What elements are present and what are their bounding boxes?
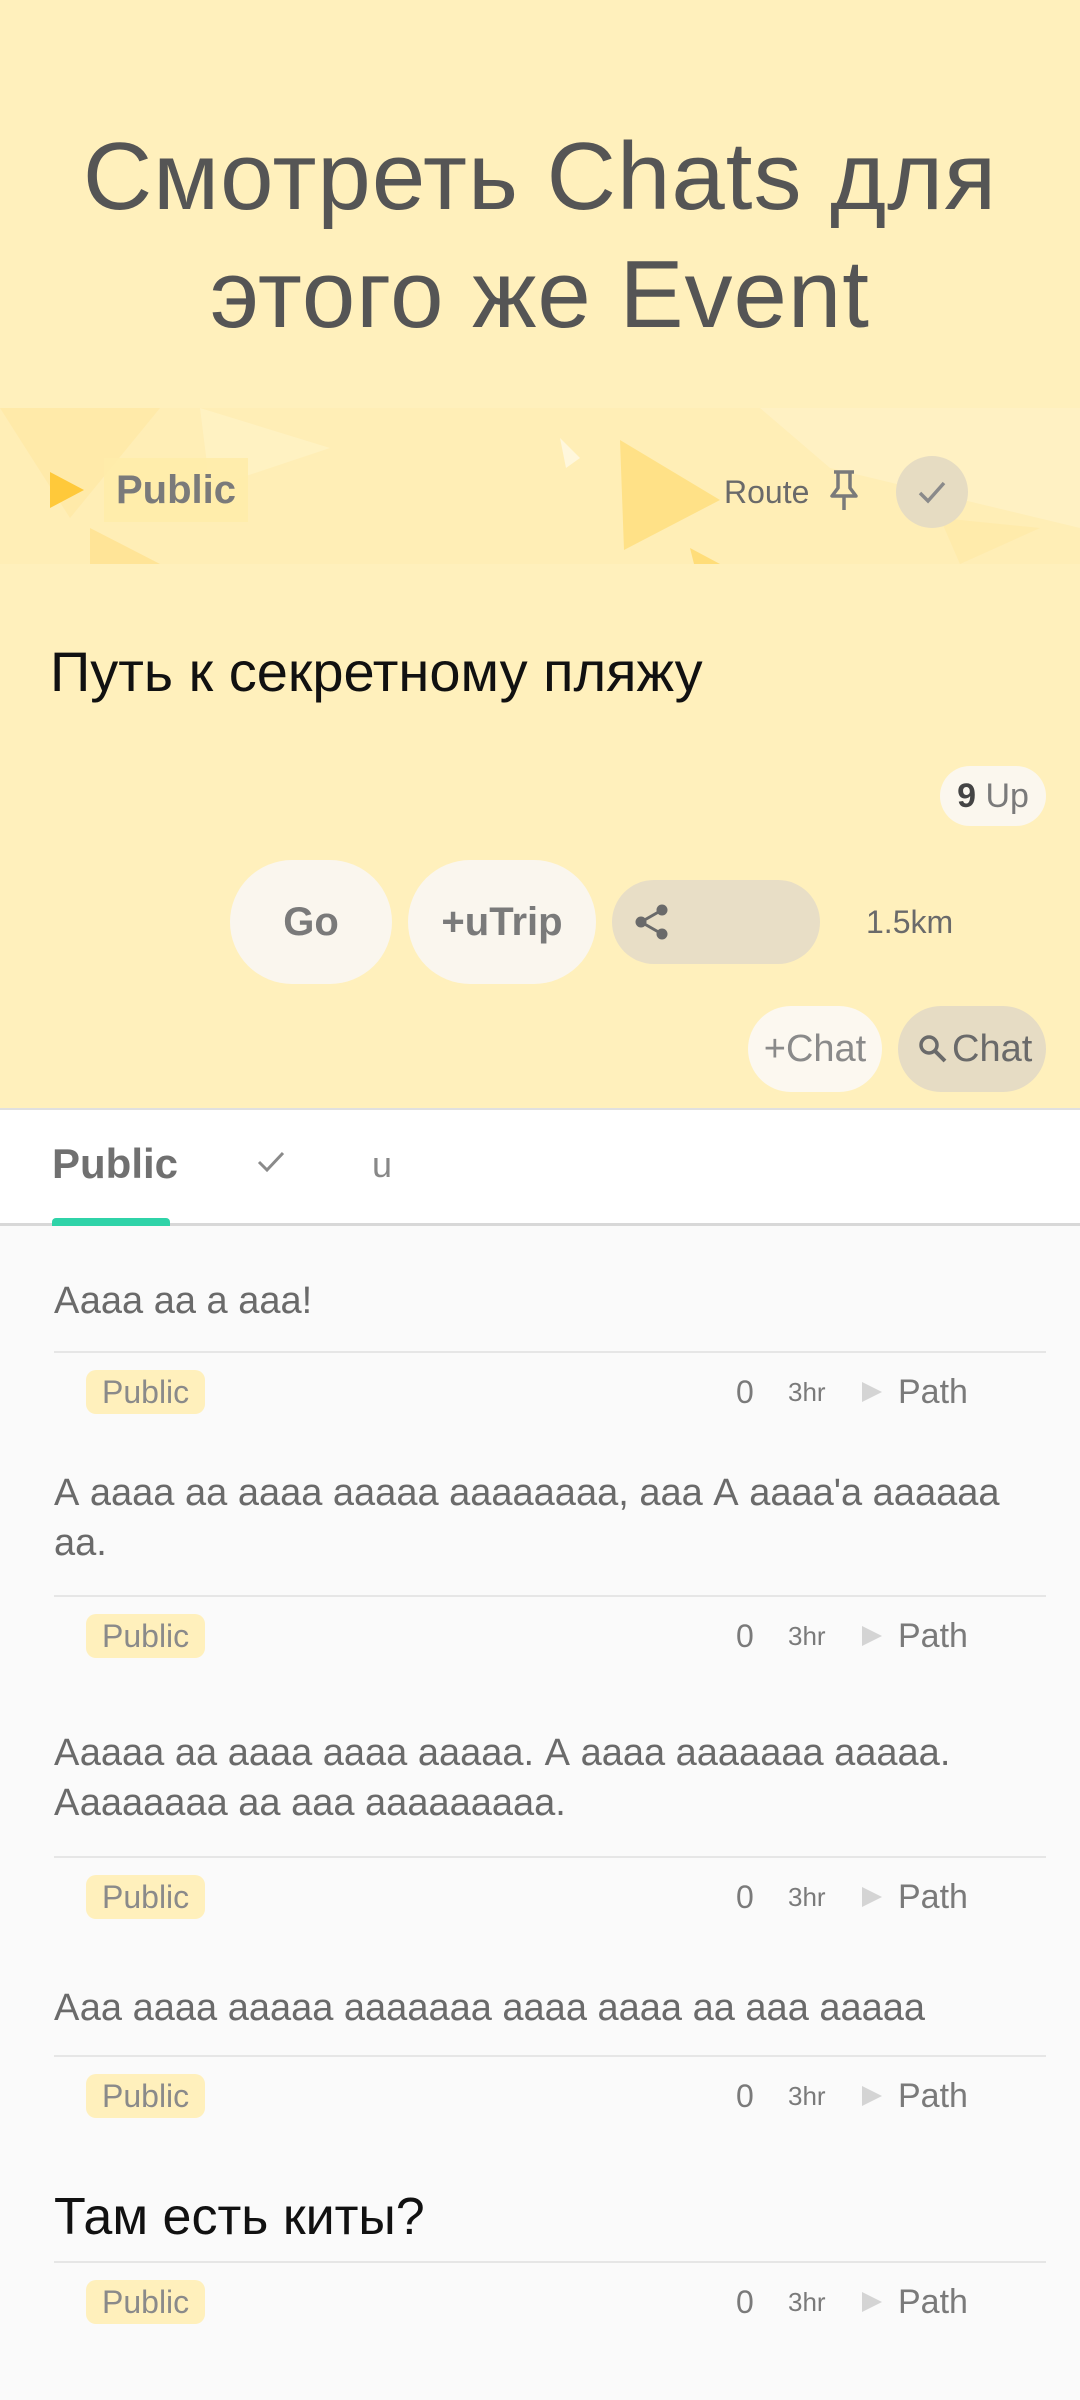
path-link[interactable]: Path xyxy=(898,1875,968,1919)
distance-label: 1.5km xyxy=(866,904,954,940)
promo-title[interactable]: Смотреть Chats для этого же Event xyxy=(0,118,1080,354)
go-button[interactable]: Go xyxy=(230,860,392,984)
add-utrip-button[interactable]: +uTrip xyxy=(408,860,596,984)
check-button[interactable] xyxy=(896,456,968,528)
share-button[interactable] xyxy=(612,880,820,964)
post-time: 3hr xyxy=(788,1377,826,1407)
event-header: Смотреть Chats для этого же Event Public… xyxy=(0,0,1080,1108)
promo-line-1: Смотреть Chats для xyxy=(82,123,998,230)
play-icon xyxy=(862,1382,882,1402)
share-icon xyxy=(635,904,668,940)
post-time: 3hr xyxy=(788,2287,826,2317)
tag-public[interactable]: Public xyxy=(86,2280,206,2324)
route-label: Route xyxy=(724,474,810,510)
reply-count: 0 xyxy=(736,1374,754,1410)
tag-public[interactable]: Public xyxy=(86,1875,206,1919)
post-time: 3hr xyxy=(788,2081,826,2111)
reply-count: 0 xyxy=(736,2284,754,2320)
banner-title: Public xyxy=(104,458,249,522)
tag-public[interactable]: Public xyxy=(86,2074,206,2118)
divider xyxy=(54,1595,1046,1597)
post-heading[interactable]: Там есть киты? xyxy=(54,2184,1044,2250)
pin-icon[interactable] xyxy=(826,468,862,512)
search-icon xyxy=(919,1035,947,1063)
search-chat-button[interactable]: Chat xyxy=(898,1006,1046,1092)
post-time: 3hr xyxy=(788,1882,826,1912)
route-title: Путь к секретному пляжу xyxy=(50,640,703,703)
path-link[interactable]: Path xyxy=(898,1614,968,1658)
upvote-badge[interactable]: 9 Up xyxy=(940,766,1046,826)
tab-u[interactable]: u xyxy=(372,1140,392,1190)
check-icon[interactable] xyxy=(256,1146,286,1176)
play-icon xyxy=(862,2292,882,2312)
divider xyxy=(54,2055,1046,2057)
upvote-count: 9 xyxy=(957,777,976,815)
play-icon xyxy=(862,2086,882,2106)
search-chat-label: Chat xyxy=(952,1028,1033,1070)
path-link[interactable]: Path xyxy=(898,1370,968,1414)
tab-indicator xyxy=(52,1218,170,1226)
tag-public[interactable]: Public xyxy=(86,1370,206,1414)
post-text[interactable]: Ааа аааа ааааа ааааааа аааа аааа аа ааа … xyxy=(54,1983,1044,2033)
tab-bar: Public u xyxy=(0,1108,1080,1226)
path-link[interactable]: Path xyxy=(898,2074,968,2118)
path-link[interactable]: Path xyxy=(898,2280,968,2324)
reply-count: 0 xyxy=(736,2078,754,2114)
divider xyxy=(54,1856,1046,1858)
play-icon xyxy=(50,472,84,508)
divider xyxy=(54,2261,1046,2263)
reply-count: 0 xyxy=(736,1879,754,1915)
promo-line-2: этого же Event xyxy=(210,241,870,348)
play-icon xyxy=(862,1626,882,1646)
tag-public[interactable]: Public xyxy=(86,1614,206,1658)
post-text[interactable]: Аааа аа а ааа! xyxy=(54,1276,1044,1326)
check-icon xyxy=(918,481,946,504)
divider xyxy=(54,1351,1046,1353)
post-text[interactable]: Ааааа аа аааа аааа ааааа. А аааа ааааааа… xyxy=(54,1728,1044,1828)
upvote-label: Up xyxy=(985,777,1029,815)
tab-public[interactable]: Public xyxy=(52,1132,178,1196)
reply-count: 0 xyxy=(736,1618,754,1654)
play-icon xyxy=(862,1887,882,1907)
post-text[interactable]: А аааа аа аааа ааааа аааааааа, ааа А ааа… xyxy=(54,1468,1044,1568)
post-time: 3hr xyxy=(788,1621,826,1651)
add-chat-button[interactable]: +Chat xyxy=(748,1006,882,1092)
